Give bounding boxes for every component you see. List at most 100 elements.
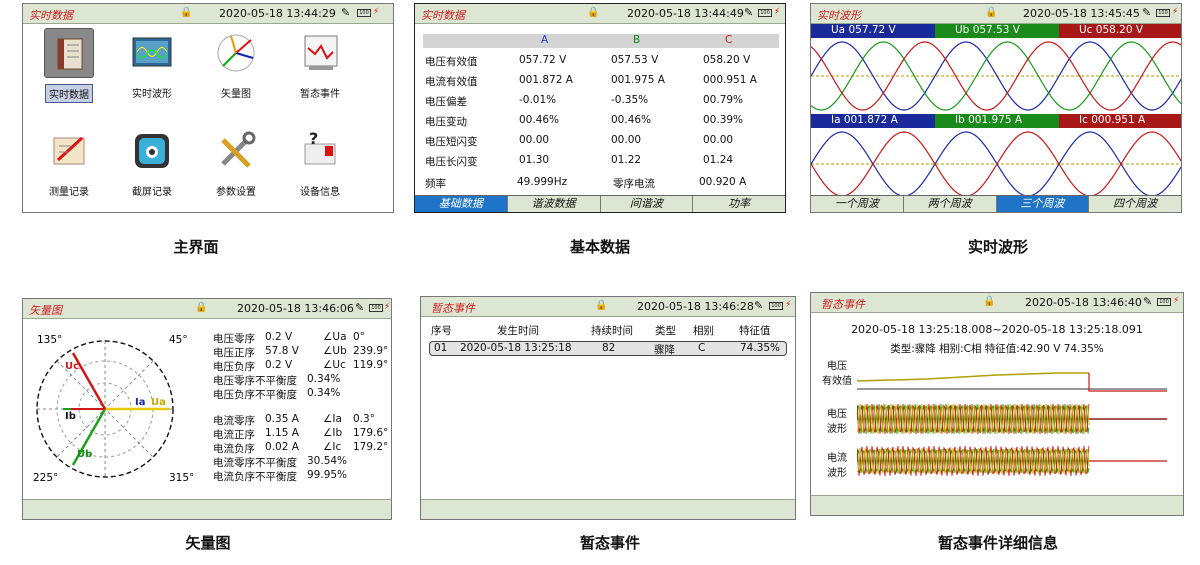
pen-icon: ✎ [355,301,365,314]
cell-time: 2020-05-18 13:25:18 [460,342,572,354]
label-uc: Uc [65,361,79,372]
uc-label: Uc 058.20 V [1059,24,1181,38]
tab-basic[interactable]: 基础数据 [415,196,508,212]
cell-c: 00.79% [703,94,744,106]
cell-a: 057.72 V [519,54,567,66]
tab-two-cycles[interactable]: 两个周波 [903,196,997,212]
tab-one-cycle[interactable]: 一个周波 [811,196,904,212]
data-row: 电压偏差 -0.01% -0.35% 00.79% [423,94,779,110]
menu-label: 矢量图 [221,89,251,100]
menu-realtime-data[interactable]: 实时数据 [30,28,108,103]
tab-bar: 一个周波 两个周波 三个周波 四个周波 [811,195,1181,212]
question-box-icon: ? [295,126,345,176]
cell-label: 电压短闪变 [425,136,478,148]
vector-icon [211,28,261,78]
vector-screen: 矢量图 🔒 2020-05-18 13:46:06 ✎ 100 ⚡ Ua Ia … [22,298,392,520]
screen-title: 实时数据 [421,9,465,22]
footer-bar [811,495,1183,515]
tab-power[interactable]: 功率 [693,196,785,212]
cell-c: 00.39% [703,114,744,126]
cell-label: 电流有效值 [425,76,478,88]
seq-ak: ∠Ic [323,441,342,453]
menu-label: 测量记录 [49,187,89,198]
menu-label: 截屏记录 [132,187,172,198]
menu-realtime-wave[interactable]: 实时波形 [113,28,191,101]
label-line1: 电压 [827,409,847,420]
seq-av: 0.3° [353,413,375,425]
menu-label: 实时数据 [45,84,93,103]
footer-bar [23,499,391,519]
cell-b: 057.53 V [611,54,659,66]
menu-measure-record[interactable]: 测量记录 [30,126,108,199]
cell-b: -0.35% [611,94,649,106]
angle-45: 45° [169,334,188,346]
seq-ak: ∠Ia [323,413,342,425]
screen-title: 暂态事件 [821,298,865,311]
seq-k: 电压负序 [213,361,255,373]
cell-label: 电压变动 [425,116,467,128]
col-b: B [633,34,641,46]
angle-315: 315° [169,472,194,484]
cell-c: 058.20 V [703,54,751,66]
seq-v: 0.02 A [265,441,299,453]
menu-device-info[interactable]: ? 设备信息 [281,126,359,199]
menu-transient[interactable]: 暂态事件 [281,28,359,101]
col-index: 序号 [431,325,452,337]
data-row: 电流有效值 001.872 A 001.975 A 000.951 A [423,74,779,90]
charging-icon: ⚡ [785,300,792,310]
data-row: 电压长闪变 01.30 01.22 01.24 [423,154,779,170]
col-type: 类型 [655,325,676,337]
current-wave-detail [857,446,1167,477]
cell-a: 01.30 [519,154,550,166]
tab-four-cycles[interactable]: 四个周波 [1089,196,1181,212]
seq-k: 电流零序 [213,415,255,427]
cell-index: 01 [434,342,448,354]
freq-row: 频率 49.999Hz 零序电流 00.920 A [423,176,779,192]
chart-monitor-icon [295,28,345,78]
caption-vector: 矢量图 [185,534,231,552]
seq-av: 179.2° [353,441,389,453]
waveform-monitor-icon [127,28,177,78]
event-table-header: 序号 发生时间 持续时间 类型 相别 特征值 [421,323,795,337]
col-time: 发生时间 [497,325,539,337]
cell-label: 电压偏差 [425,96,467,108]
seq-ak: ∠Uc [323,359,346,371]
status-bar: 实时数据 🔒 2020-05-18 13:44:49 ✎ 100 ⚡ [415,4,785,24]
event-row[interactable]: 01 2020-05-18 13:25:18 82 骤降 C 74.35% [429,341,787,356]
caption-detail: 暂态事件详细信息 [937,534,1058,552]
unb-i0-label: 电流零序不平衡度 [213,457,297,469]
cell-c: 01.24 [703,154,734,166]
screen-title: 实时数据 [29,9,73,22]
seq-av: 0° [353,331,365,343]
status-bar: 暂态事件 🔒 2020-05-18 13:46:28 ✎ 100 ⚡ [421,297,795,317]
lock-icon: 🔒 [595,300,608,311]
unb-i2-label: 电流负序不平衡度 [213,471,297,483]
seq-v: 0.35 A [265,413,299,425]
seq-v: 1.15 A [265,427,299,439]
cell-a: 00.00 [519,134,550,146]
cell-b: 00.46% [611,114,652,126]
menu-screenshot-record[interactable]: 截屏记录 [113,126,191,199]
lock-icon: 🔒 [587,7,600,18]
menu-vector[interactable]: 矢量图 [197,28,275,101]
ib-label: Ib 001.975 A [935,114,1059,128]
datetime: 2020-05-18 13:44:29 [219,7,336,20]
screen-title: 暂态事件 [431,302,475,315]
menu-settings[interactable]: 参数设置 [197,126,275,199]
screen-title: 矢量图 [29,304,62,317]
battery-icon: 100 [758,9,772,17]
menu-label: 实时波形 [132,89,172,100]
tab-interharmonic[interactable]: 间谐波 [600,196,694,212]
status-bar: 矢量图 🔒 2020-05-18 13:46:06 ✎ 100 ⚡ [23,299,391,319]
svg-text:?: ? [309,129,318,148]
tab-harmonic[interactable]: 谐波数据 [507,196,601,212]
seq-av: 179.6° [353,427,389,439]
cell-label: 电压长闪变 [425,156,478,168]
cell-b: 01.22 [611,154,642,166]
zero-current-value: 00.920 A [699,176,747,188]
unb-v0-value: 0.34% [307,373,341,385]
ia-label: Ia 001.872 A [811,114,935,128]
cell-phase: C [698,342,706,354]
tab-three-cycles[interactable]: 三个周波 [996,196,1090,212]
freq-label: 频率 [425,178,446,190]
